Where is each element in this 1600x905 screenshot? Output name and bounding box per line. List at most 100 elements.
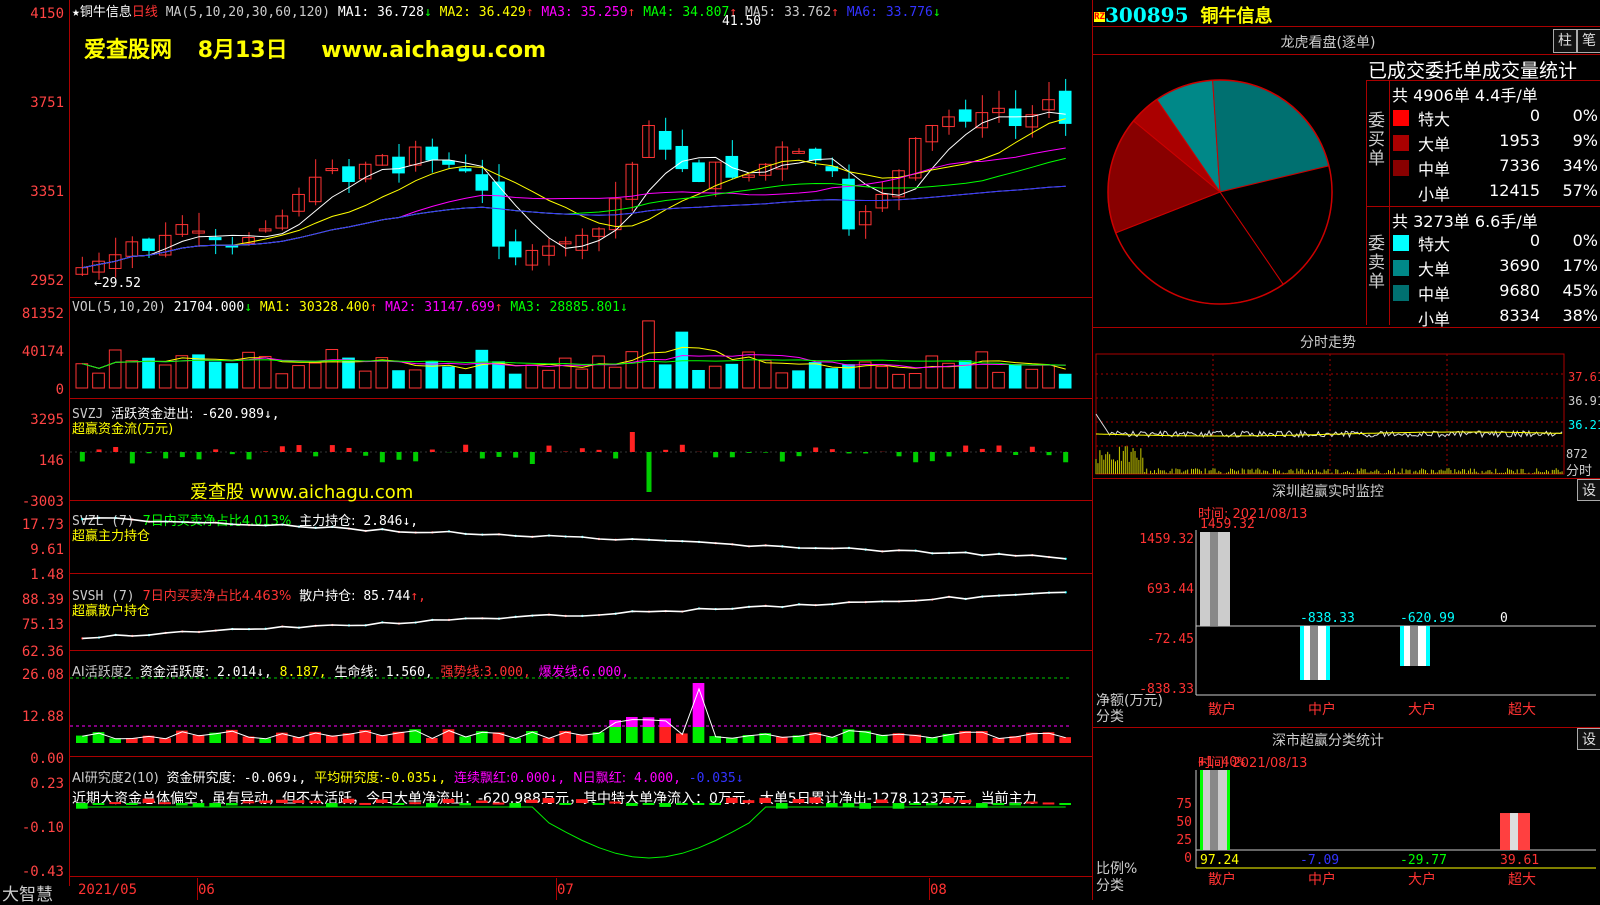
volume-bar: [1025, 368, 1039, 389]
volume-bar: [975, 351, 989, 389]
research-bar: [76, 803, 88, 809]
research-bar: [942, 797, 955, 803]
candle: [875, 182, 889, 212]
candle: [792, 148, 805, 154]
y-label: 3751: [30, 95, 64, 111]
y-label: 1.48: [30, 567, 64, 583]
research-bar: [659, 803, 671, 807]
research-bar: [242, 801, 255, 804]
candle: [258, 220, 272, 233]
candle-body: [392, 156, 405, 174]
class-category-label: 散户: [1208, 871, 1236, 888]
ai-activity-chart[interactable]: [70, 668, 1092, 760]
red-label: 连续飘红:: [454, 771, 511, 786]
buy-row-name: 中单: [1418, 160, 1451, 179]
candle-body: [258, 228, 272, 232]
research-bar: [359, 802, 371, 805]
candle-body: [958, 109, 972, 122]
volume-bar: [292, 365, 305, 389]
avg-value: -0.035: [383, 771, 431, 786]
candle: [1008, 90, 1022, 139]
tick-button[interactable]: 笔: [1577, 29, 1600, 53]
intraday-chart[interactable]: [1095, 353, 1566, 479]
volume-chart[interactable]: [70, 318, 1092, 398]
stats-separator: [1366, 80, 1367, 325]
ai-research-label: 资金研究度:: [166, 771, 236, 786]
volume-bar: [792, 370, 805, 389]
y-label: 81352: [21, 306, 64, 322]
candle: [175, 215, 189, 237]
candle: [642, 120, 655, 158]
main-holding-line: [82, 517, 1066, 560]
research-bar: [742, 800, 755, 803]
volume-bar: [608, 366, 622, 389]
candle: [358, 161, 372, 183]
sz-class-title: 深市超赢分类统计: [1272, 733, 1384, 749]
volume-bar: [225, 363, 239, 389]
bar-button[interactable]: 柱: [1553, 29, 1577, 53]
research-bar: [309, 800, 321, 803]
class-category-label: 超大: [1508, 872, 1536, 888]
volume-bar: [558, 357, 572, 389]
candle: [275, 209, 289, 231]
sz-class-bar-chart[interactable]: +1.40% 97.24 散户 -7.09 中户 -29.77 大户 39.61 超大: [1195, 755, 1596, 900]
panel-separator: [69, 876, 1092, 877]
research-bar: [259, 800, 271, 803]
research-bar: [1009, 803, 1021, 806]
avg-arrow: ↓,: [430, 771, 447, 786]
sell-legend-swatch: [1393, 235, 1409, 251]
volume-bar: [1042, 364, 1055, 389]
stats-separator: [1389, 80, 1390, 325]
panel-separator: [69, 297, 1092, 298]
volume-bar: [375, 357, 389, 389]
settings-button[interactable]: 设: [1577, 728, 1600, 750]
candle: [542, 238, 555, 266]
candle: [375, 153, 389, 166]
research-bar: [676, 803, 688, 805]
settings-button[interactable]: 设: [1577, 479, 1600, 501]
candle: [958, 99, 972, 128]
volume-bar: [675, 331, 689, 389]
fund-flow-chart[interactable]: [70, 400, 1092, 500]
buy-row-name: 大单: [1418, 135, 1451, 154]
buy-row-count: 12415: [1489, 181, 1540, 200]
class-value-label: 97.24: [1200, 853, 1239, 868]
research-bar: [159, 802, 171, 805]
volume-bar: [458, 374, 472, 389]
candle: [208, 228, 222, 255]
x-label: 07: [557, 882, 574, 898]
monitor-bar-edge: [1426, 626, 1430, 667]
buy-legend-swatch: [1393, 160, 1409, 176]
activity-bar-top: [659, 718, 671, 727]
candle-body: [325, 168, 339, 172]
class-bar-stripe: [1210, 770, 1218, 850]
candle: [92, 252, 105, 280]
dragon-tiger-title: 龙虎看盘(逐单): [1280, 35, 1376, 51]
monitor-category-label: 中户: [1308, 701, 1336, 718]
volume-bar: [92, 372, 105, 389]
research-bar: [792, 799, 805, 803]
activity-bar: [876, 734, 888, 743]
vol-ma-arrow: ↑: [494, 300, 511, 315]
ma-line: [82, 111, 1066, 269]
y-label: 17.73: [21, 517, 64, 533]
order-pie-chart[interactable]: [1100, 62, 1345, 322]
sell-row-pct: 17%: [1562, 256, 1598, 275]
candlestick-chart[interactable]: [70, 16, 1092, 296]
volume-bar: [208, 361, 222, 389]
sell-row-count: 0: [1529, 231, 1540, 250]
research-bar: [476, 800, 488, 803]
right-separator: [1093, 54, 1600, 55]
sell-legend-swatch: [1393, 260, 1409, 276]
monitor-bar-stripe: [1310, 626, 1318, 680]
x-label: 06: [198, 882, 215, 898]
research-bar: [342, 798, 355, 803]
class-top-label: +1.40%: [1198, 755, 1245, 770]
sz-monitor-bar-chart[interactable]: 1459.32 散户 -838.33 中户 -620.99 大户 0 超大: [1195, 517, 1596, 720]
ai-research-chart[interactable]: [70, 795, 1092, 875]
retail-holding-chart[interactable]: [70, 575, 1092, 651]
rz-badge: RZ: [1094, 11, 1105, 22]
main-holding-chart[interactable]: [70, 502, 1092, 572]
volume-bar: [992, 371, 1005, 389]
candle: [592, 227, 605, 252]
